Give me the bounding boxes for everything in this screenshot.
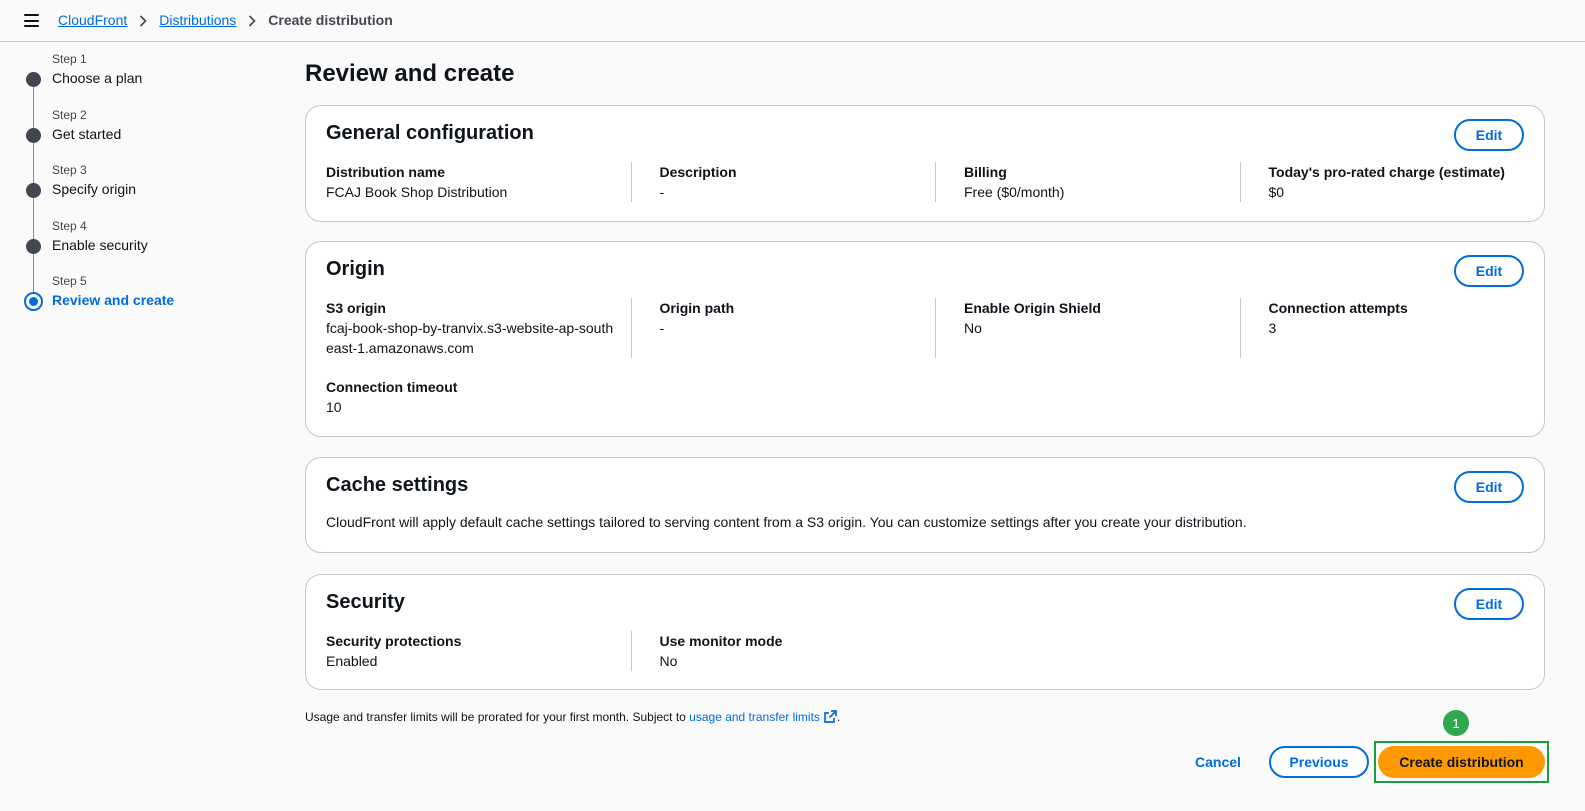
step-title: Enable security (52, 236, 148, 253)
field-origin-path: Origin path - (630, 298, 936, 358)
general-configuration-card: General configuration Edit Distribution … (305, 105, 1545, 222)
field-label: Connection attempts (1268, 300, 1408, 316)
field-billing: Billing Free ($0/month) (935, 162, 1240, 202)
field-origin-shield: Enable Origin Shield No (935, 298, 1240, 358)
step-5-active: Step 5 Review and create (24, 270, 274, 326)
field-value: Free ($0/month) (964, 184, 1065, 200)
field-row: Connection timeout 10 (326, 377, 631, 417)
field-s3-origin: S3 origin fcaj-book-shop-by-tranvix.s3-w… (326, 298, 631, 358)
breadcrumb-distributions[interactable]: Distributions (159, 12, 236, 28)
field-label: Use monitor mode (659, 633, 783, 649)
usage-footnote: Usage and transfer limits will be prorat… (305, 710, 840, 726)
step-dot-icon (26, 238, 41, 254)
field-description: Description - (630, 162, 936, 202)
field-connection-attempts: Connection attempts 3 (1239, 298, 1545, 358)
external-link-icon[interactable] (824, 710, 837, 726)
edit-security-button[interactable]: Edit (1454, 588, 1524, 620)
field-value: FCAJ Book Shop Distribution (326, 184, 508, 200)
step-title: Get started (52, 125, 122, 142)
card-title: Cache settings (326, 474, 469, 496)
field-row: S3 origin fcaj-book-shop-by-tranvix.s3-w… (326, 298, 1544, 358)
step-title: Specify origin (52, 181, 137, 197)
step-number: Step 1 (52, 52, 87, 66)
footnote-end: . (836, 710, 841, 724)
create-distribution-button[interactable]: Create distribution (1378, 746, 1545, 778)
field-row: Distribution name FCAJ Book Shop Distrib… (326, 162, 1544, 202)
step-number: Step 2 (52, 107, 87, 122)
field-label: Billing (964, 164, 1007, 180)
step-number: Step 5 (52, 274, 87, 288)
card-title: Origin (326, 258, 385, 280)
step-title: Choose a plan (52, 70, 143, 86)
edit-general-button[interactable]: Edit (1454, 119, 1524, 151)
field-label: Security protections (326, 633, 462, 649)
step-number: Step 4 (52, 218, 87, 233)
field-label: Today's pro-rated charge (estimate) (1268, 164, 1505, 180)
field-value: - (659, 184, 665, 200)
edit-origin-button[interactable]: Edit (1454, 255, 1524, 287)
field-label: S3 origin (326, 300, 386, 316)
step-dot-icon (26, 72, 41, 87)
step-4[interactable]: Step 4 Enable security (24, 215, 274, 271)
chevron-right-icon (236, 12, 268, 28)
cache-settings-card: Cache settings Edit CloudFront will appl… (305, 457, 1545, 553)
field-value: $0 (1268, 184, 1285, 200)
menu-icon[interactable] (24, 14, 39, 27)
field-row: Security protections Enabled Use monitor… (326, 631, 935, 671)
step-dot-icon (26, 127, 41, 143)
usage-limits-link[interactable]: usage and transfer limits (689, 710, 820, 724)
security-card: Security Edit Security protections Enabl… (305, 574, 1545, 690)
top-bar: CloudFront Distributions Create distribu… (0, 0, 1585, 42)
cache-description: CloudFront will apply default cache sett… (326, 514, 1247, 530)
chevron-right-icon (127, 12, 159, 28)
field-value: fcaj-book-shop-by-tranvix.s3-website-ap-… (326, 320, 614, 356)
field-value: 3 (1268, 320, 1277, 336)
step-title: Review and create (52, 292, 175, 308)
active-step-dot-icon (24, 292, 43, 311)
cancel-button[interactable]: Cancel (1186, 748, 1250, 776)
field-label: Description (659, 164, 737, 180)
breadcrumb-cloudfront[interactable]: CloudFront (58, 12, 127, 28)
field-label: Distribution name (326, 164, 446, 180)
field-value: - (659, 320, 665, 336)
field-label: Enable Origin Shield (964, 300, 1101, 316)
field-distribution-name: Distribution name FCAJ Book Shop Distrib… (326, 162, 631, 202)
field-label: Connection timeout (326, 379, 458, 395)
edit-cache-button[interactable]: Edit (1454, 471, 1524, 503)
field-prorated-charge: Today's pro-rated charge (estimate) $0 (1239, 162, 1545, 202)
breadcrumb-current: Create distribution (268, 12, 393, 28)
previous-button[interactable]: Previous (1269, 746, 1369, 778)
step-marker-badge: 1 (1443, 710, 1469, 736)
field-value: No (659, 653, 678, 669)
field-monitor-mode: Use monitor mode No (630, 631, 936, 671)
main-content: Review and create (305, 58, 1545, 90)
field-value: No (964, 320, 982, 336)
step-2[interactable]: Step 2 Get started (24, 104, 274, 160)
wizard-stepper: Step 1 Choose a plan Step 2 Get started … (24, 48, 274, 326)
step-dot-icon (26, 183, 41, 198)
card-title: General configuration (326, 122, 534, 144)
field-value: Enabled (326, 653, 378, 669)
card-title: Security (326, 591, 405, 613)
field-value: 10 (326, 399, 342, 415)
step-3[interactable]: Step 3 Specify origin (24, 159, 274, 215)
origin-card: Origin Edit S3 origin fcaj-book-shop-by-… (305, 241, 1545, 437)
footnote-text: Usage and transfer limits will be prorat… (305, 710, 690, 724)
field-security-protections: Security protections Enabled (326, 631, 631, 671)
field-connection-timeout: Connection timeout 10 (326, 377, 631, 417)
page-title: Review and create (305, 60, 515, 87)
step-1[interactable]: Step 1 Choose a plan (24, 48, 274, 104)
step-number: Step 3 (52, 163, 87, 177)
breadcrumb: CloudFront Distributions Create distribu… (58, 12, 393, 28)
field-label: Origin path (659, 300, 735, 316)
